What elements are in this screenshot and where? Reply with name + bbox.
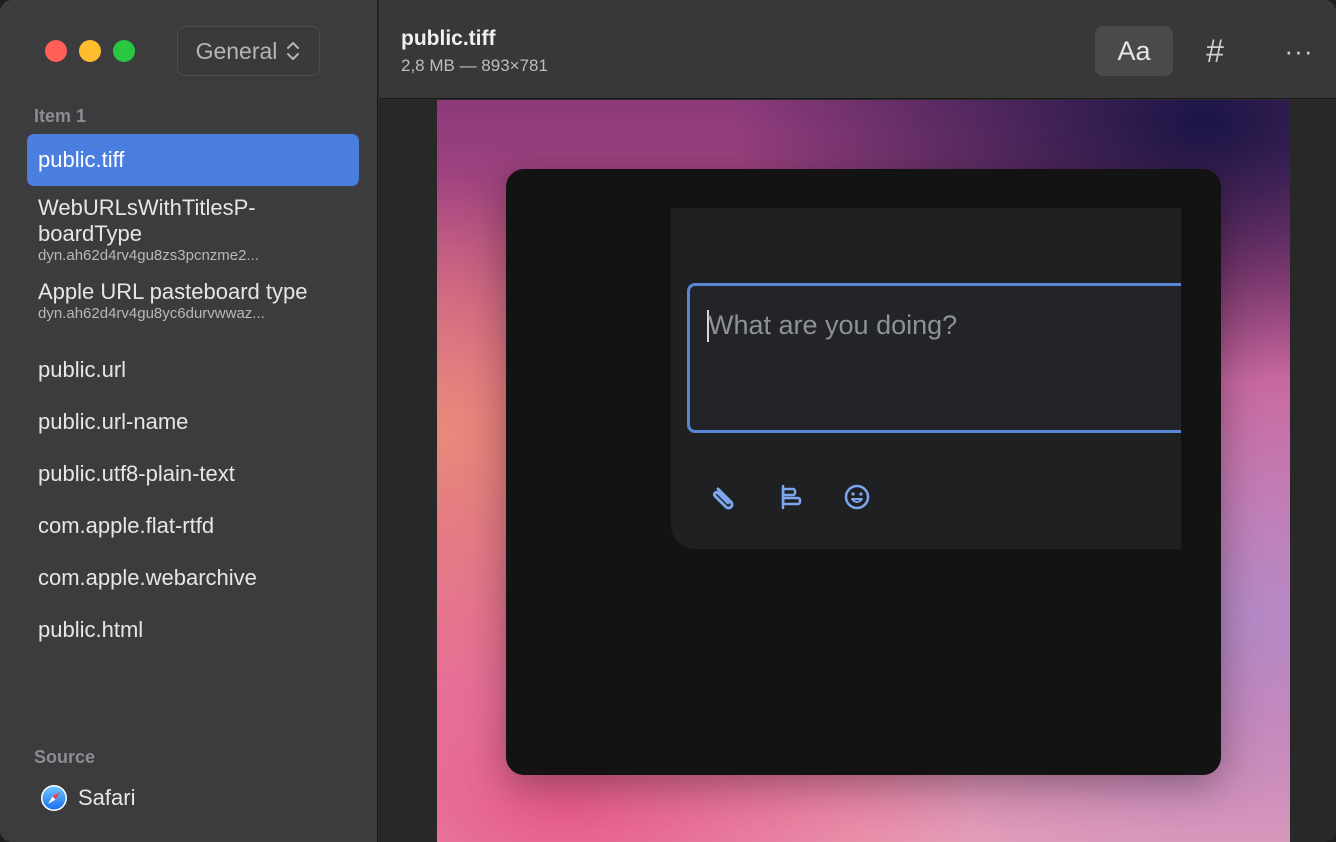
more-button[interactable]: ··· [1277, 26, 1321, 76]
app-window: General Item 1 public.tiff WebURLsWithTi… [0, 0, 1336, 842]
list-item[interactable]: public.url-name [27, 400, 359, 452]
list-item[interactable]: public.url [27, 348, 359, 400]
list-item-name: com.apple.webarchive [38, 565, 257, 590]
list-item[interactable]: com.apple.flat-rtfd [27, 504, 359, 556]
list-item-name: public.url-name [38, 409, 189, 434]
emoji-icon[interactable] [843, 483, 871, 511]
list-item[interactable]: public.tiff [27, 134, 359, 186]
list-item[interactable]: com.apple.webarchive [27, 556, 359, 608]
list-item-name: public.utf8-plain-text [38, 461, 235, 486]
pasteboard-type-list: public.tiff WebURLsWithTitlesP- boardTyp… [27, 134, 359, 660]
chevron-up-down-icon [287, 42, 300, 60]
section-label-item: Item 1 [34, 106, 87, 126]
textarea-placeholder: What are you doing? [708, 310, 958, 340]
file-title: public.tiff [401, 27, 496, 50]
sidebar: General Item 1 public.tiff WebURLsWithTi… [0, 0, 378, 842]
hex-view-button[interactable]: # [1189, 26, 1241, 76]
list-item-name: public.html [38, 617, 144, 642]
image-preview: What are you doing? [437, 100, 1290, 842]
font-button[interactable]: Aa [1095, 26, 1173, 76]
view-selector-label: General [195, 37, 278, 64]
minimize-button[interactable] [79, 40, 101, 62]
composer-panel: What are you doing? [671, 208, 1181, 549]
list-item-identifier: dyn.ah62d4rv4gu8yc6durvwwaz... [38, 305, 265, 322]
preview-card: What are you doing? [506, 169, 1221, 775]
list-item-name: com.apple.flat-rtfd [38, 513, 215, 538]
section-label-source: Source [34, 747, 96, 767]
paperclip-icon[interactable] [710, 483, 738, 511]
list-item-name: public.tiff [38, 147, 125, 172]
list-item[interactable]: WebURLsWithTitlesP- boardType dyn.ah62d4… [27, 186, 359, 276]
close-button[interactable] [45, 40, 67, 62]
list-item-name: WebURLsWithTitlesP- boardType [38, 195, 256, 246]
source-app[interactable]: Safari [40, 784, 135, 812]
list-item[interactable]: public.html [27, 608, 359, 660]
zoom-button[interactable] [113, 40, 135, 62]
list-item-name: Apple URL pasteboard type [38, 279, 308, 304]
list-item-name: public.url [38, 357, 127, 382]
file-meta: 2,8 MB — 893×781 [401, 56, 548, 75]
align-icon[interactable] [777, 483, 805, 511]
list-item-identifier: dyn.ah62d4rv4gu8zs3pcnzme2... [38, 247, 259, 264]
view-selector[interactable]: General [177, 26, 320, 76]
status-textarea[interactable]: What are you doing? [687, 283, 1181, 433]
list-item[interactable]: public.utf8-plain-text [27, 452, 359, 504]
toolbar: public.tiff 2,8 MB — 893×781 Aa # ··· [379, 0, 1336, 99]
safari-icon [41, 785, 67, 811]
main-pane: public.tiff 2,8 MB — 893×781 Aa # ··· Wh… [379, 0, 1336, 842]
source-app-name: Safari [78, 785, 136, 810]
list-item[interactable]: Apple URL pasteboard type dyn.ah62d4rv4g… [27, 276, 359, 348]
window-controls [45, 40, 135, 62]
